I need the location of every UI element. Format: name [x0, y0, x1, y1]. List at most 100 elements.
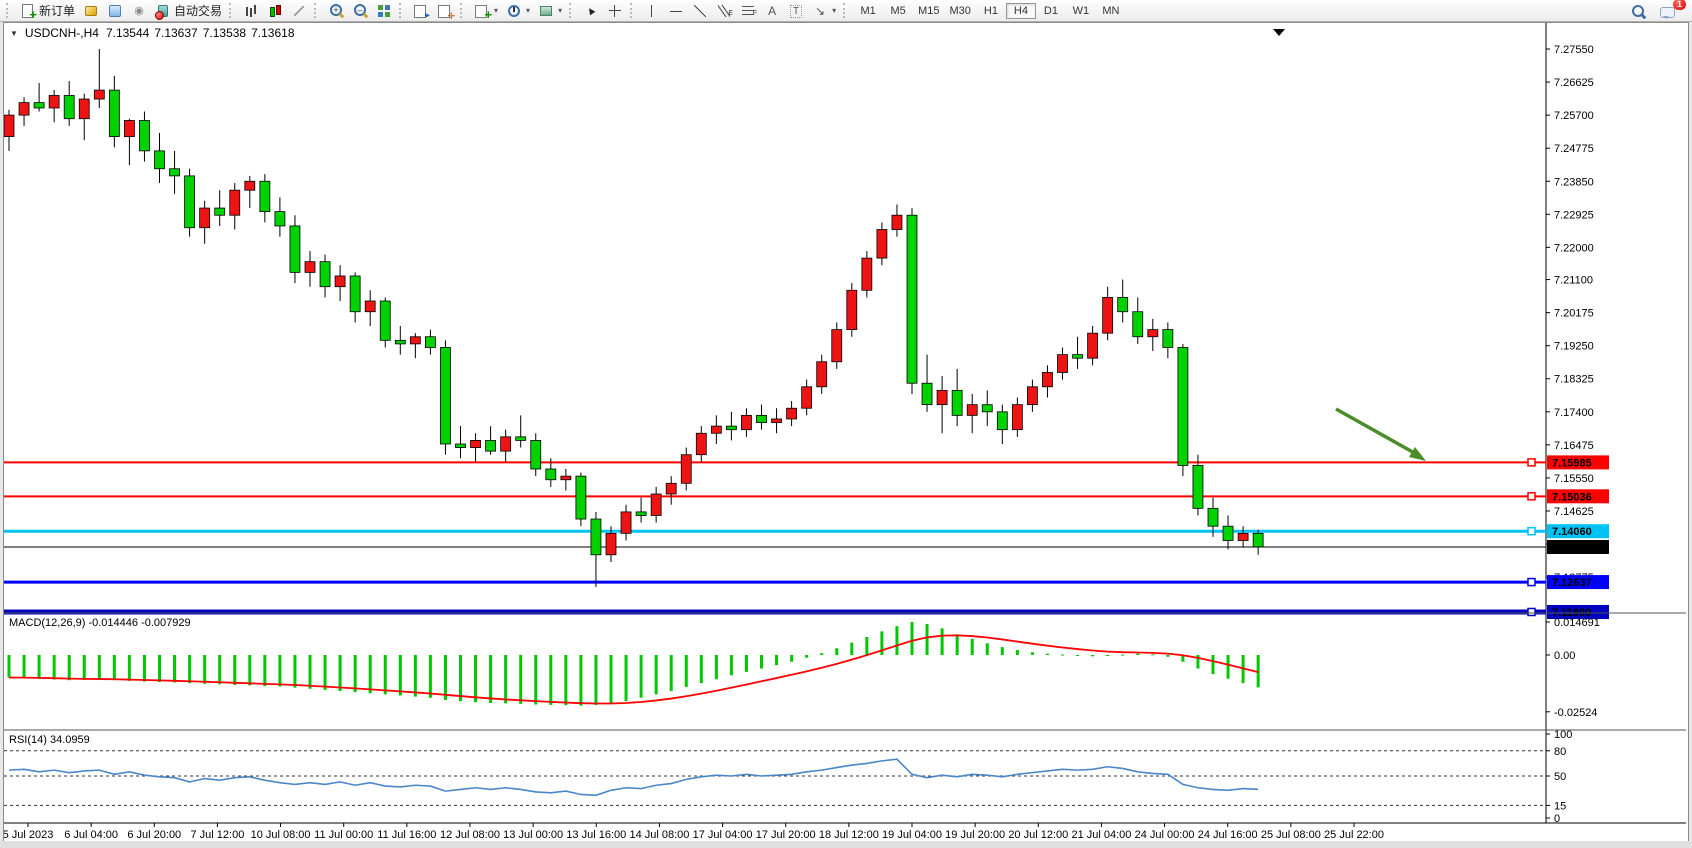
toolbar-grip[interactable] — [630, 3, 637, 18]
svg-text:7.27550: 7.27550 — [1554, 44, 1594, 56]
fibonacci-button[interactable] — [736, 0, 760, 21]
templates-button[interactable]: ▾ — [534, 0, 566, 21]
vertical-line-icon — [644, 3, 660, 19]
svg-text:0.014691: 0.014691 — [1554, 617, 1600, 629]
toolbar-grip[interactable] — [229, 3, 236, 18]
timeframe-h4[interactable]: H4 — [1006, 3, 1036, 19]
svg-text:7.15550: 7.15550 — [1554, 473, 1594, 485]
timeframe-mn[interactable]: MN — [1096, 3, 1126, 19]
chevron-down-icon: ▾ — [558, 6, 562, 15]
timeframe-m30[interactable]: M30 — [945, 3, 976, 19]
svg-text:50: 50 — [1554, 771, 1566, 783]
indicators-button[interactable]: ▾ — [470, 0, 502, 21]
gold-box-icon — [83, 3, 99, 19]
tile-windows-button[interactable] — [372, 0, 396, 21]
clock-icon — [506, 3, 522, 19]
svg-text:17 Jul 04:00: 17 Jul 04:00 — [693, 829, 753, 839]
chevron-down-icon: ▾ — [526, 6, 530, 15]
toolbar-grip[interactable] — [843, 3, 850, 18]
symbol-period-label: USDCNH-,H4 — [25, 26, 99, 40]
svg-text:7.22000: 7.22000 — [1554, 242, 1594, 254]
bar-chart-button[interactable] — [239, 0, 263, 21]
chart-shift-icon — [437, 3, 453, 19]
horizontal-level-lines[interactable] — [4, 459, 1546, 616]
new-order-button[interactable]: 新订单 — [16, 0, 79, 21]
gold-box-button[interactable] — [79, 0, 103, 21]
zoom-out-button[interactable] — [348, 0, 372, 21]
text-label-button[interactable] — [784, 0, 808, 21]
svg-text:11 Jul 16:00: 11 Jul 16:00 — [377, 829, 436, 839]
timeframe-w1[interactable]: W1 — [1066, 3, 1096, 19]
candlestick-chart-icon — [267, 3, 283, 19]
collapse-triangle-icon[interactable]: ▼ — [10, 29, 18, 38]
channel-button[interactable] — [712, 0, 736, 21]
chart-window[interactable]: ▼ USDCNH-,H4 7.13544 7.13637 7.13538 7.1… — [3, 22, 1689, 842]
chart-shift-button[interactable] — [433, 0, 457, 21]
svg-text:7.25700: 7.25700 — [1554, 110, 1594, 122]
macd-indicator-label: MACD(12,26,9) -0.014446 -0.007929 — [9, 617, 191, 629]
level-handle — [1528, 579, 1535, 586]
horizontal-line-button[interactable] — [664, 0, 688, 21]
toolbar: 新订单 自动交易 ▾ ▾ ▾ ▾ M1 M5 M15 M30 H1 H4 D1 … — [0, 0, 1692, 22]
cursor-button[interactable] — [579, 0, 603, 21]
line-chart-button[interactable] — [287, 0, 311, 21]
svg-text:24 Jul 16:00: 24 Jul 16:00 — [1198, 829, 1258, 839]
new-order-icon — [20, 3, 36, 19]
toolbar-grip[interactable] — [569, 3, 576, 18]
svg-text:7.14060: 7.14060 — [1552, 526, 1592, 538]
toolbar-grip[interactable] — [460, 3, 467, 18]
svg-text:100: 100 — [1554, 729, 1572, 741]
tile-windows-icon — [376, 3, 392, 19]
level-handle — [1528, 493, 1535, 500]
level-handle — [1528, 459, 1535, 466]
toolbar-grip[interactable] — [399, 3, 406, 18]
chart-shift-marker[interactable] — [1273, 29, 1285, 36]
candlestick-chart-button[interactable] — [263, 0, 287, 21]
crosshair-icon — [607, 3, 623, 19]
svg-text:18 Jul 12:00: 18 Jul 12:00 — [819, 829, 879, 839]
periods-button[interactable]: ▾ — [502, 0, 534, 21]
vertical-line-button[interactable] — [640, 0, 664, 21]
line-chart-icon — [291, 3, 307, 19]
auto-scroll-icon — [413, 3, 429, 19]
timeframe-h1[interactable]: H1 — [976, 3, 1006, 19]
window-icon — [107, 3, 123, 19]
window-button[interactable] — [103, 0, 127, 21]
text-button[interactable] — [760, 0, 784, 21]
macd-signal-line — [9, 635, 1258, 703]
ch art-canvas[interactable]: 7.275507.266257.257007.247757.238507.229… — [4, 23, 1686, 839]
zoom-in-icon — [328, 3, 344, 19]
timeframe-d1[interactable]: D1 — [1036, 3, 1066, 19]
notifications-button[interactable]: 1 — [1655, 0, 1683, 21]
macd-pane: 0.0146910.00-0.02524 — [8, 617, 1600, 719]
svg-text:21 Jul 04:00: 21 Jul 04:00 — [1071, 829, 1131, 839]
svg-text:7.23850: 7.23850 — [1554, 176, 1594, 188]
toolbar-grip[interactable] — [6, 3, 13, 18]
crosshair-button[interactable] — [603, 0, 627, 21]
bar-chart-icon — [243, 3, 259, 19]
svg-text:7.13618: 7.13618 — [1552, 542, 1592, 554]
arrows-button[interactable]: ▾ — [808, 0, 840, 21]
zoom-in-button[interactable] — [324, 0, 348, 21]
chevron-down-icon: ▾ — [832, 6, 836, 15]
svg-text:6 Jul 20:00: 6 Jul 20:00 — [127, 829, 181, 839]
timeframe-m5[interactable]: M5 — [883, 3, 913, 19]
search-button[interactable] — [1625, 0, 1649, 21]
svg-text:7.20175: 7.20175 — [1554, 308, 1594, 320]
auto-scroll-button[interactable] — [409, 0, 433, 21]
timeframe-m15[interactable]: M15 — [913, 3, 944, 19]
toolbar-grip[interactable] — [314, 3, 321, 18]
arrow-annotation[interactable] — [1336, 409, 1426, 461]
svg-text:80: 80 — [1554, 746, 1566, 758]
channel-icon — [716, 3, 732, 19]
timeframe-m1[interactable]: M1 — [853, 3, 883, 19]
autotrading-button[interactable]: 自动交易 — [151, 0, 226, 21]
svg-text:7.22925: 7.22925 — [1554, 209, 1594, 221]
signal-button[interactable] — [127, 0, 151, 21]
svg-text:12 Jul 08:00: 12 Jul 08:00 — [440, 829, 500, 839]
svg-text:25 Jul 08:00: 25 Jul 08:00 — [1261, 829, 1321, 839]
window-bottom-strip — [0, 841, 1692, 848]
trendline-button[interactable] — [688, 0, 712, 21]
text-icon — [764, 3, 780, 19]
text-label-icon — [788, 3, 804, 19]
